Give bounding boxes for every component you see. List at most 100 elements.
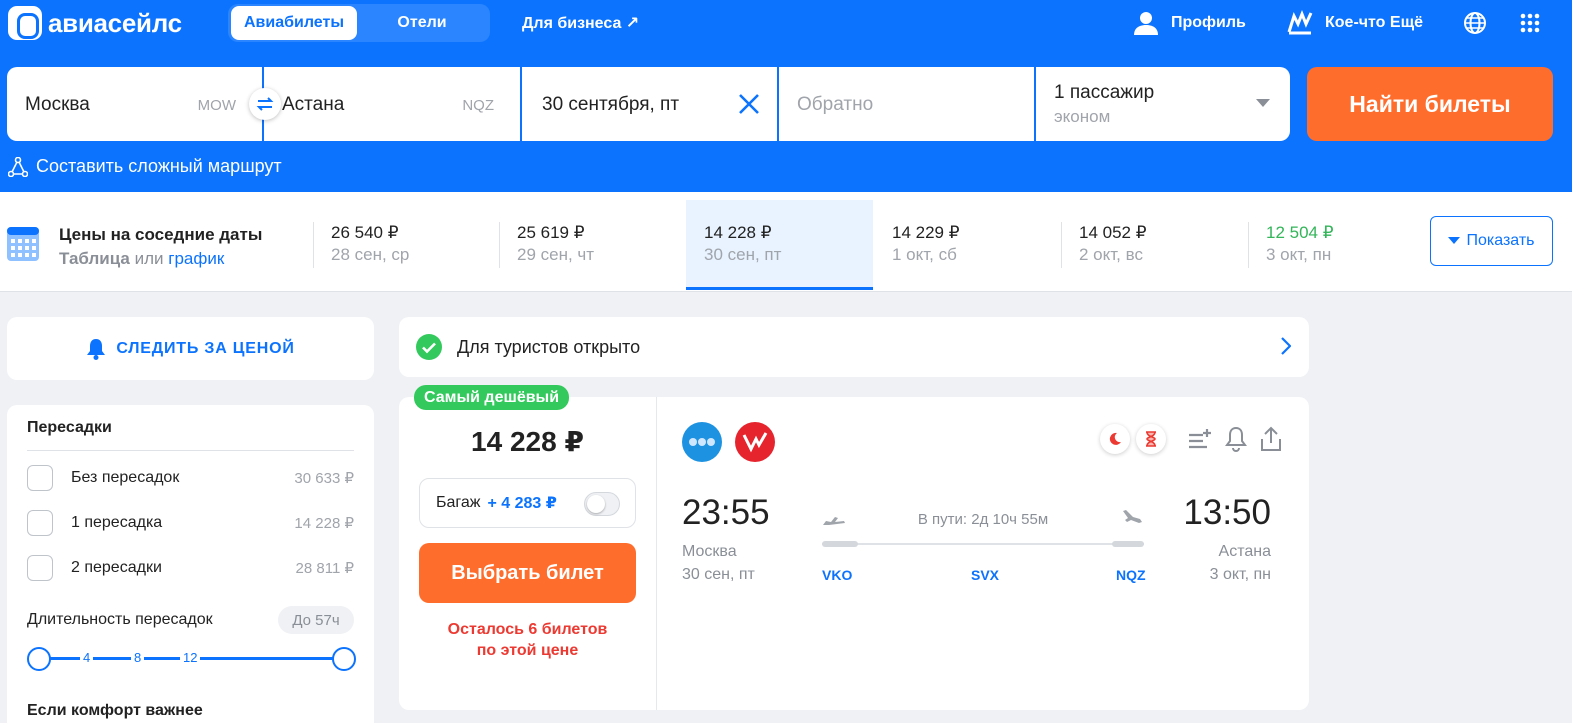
nearby-dates-title: Цены на соседние даты	[59, 225, 263, 244]
tab-hotels[interactable]: Отели	[357, 6, 487, 40]
slider-handle-min[interactable]	[27, 647, 51, 671]
hourglass-icon	[1146, 431, 1156, 447]
baggage-option[interactable]: Багаж + 4 283 ₽	[419, 478, 636, 528]
globe-icon[interactable]	[1463, 11, 1487, 35]
stop-option[interactable]: 1 пересадка 14 228 ₽	[27, 509, 354, 537]
or-text: или	[134, 249, 164, 268]
tourists-open-banner[interactable]: Для туристов открыто	[399, 317, 1309, 377]
departure-time: 23:55	[682, 493, 770, 532]
layover-duration-label: Длительность пересадок	[27, 611, 213, 628]
profile-label: Профиль	[1171, 14, 1246, 31]
arrival-date: 3 окт, пн	[1209, 566, 1271, 583]
date-label: 1 окт, сб	[892, 245, 957, 264]
more-label: Кое-что Ещё	[1325, 14, 1423, 31]
choose-ticket-button[interactable]: Выбрать билет	[419, 543, 636, 603]
divider	[499, 222, 500, 268]
date-cell[interactable]: 25 619 ₽ 29 сен, чт	[499, 200, 686, 290]
nearby-dates-links: Таблица или график	[59, 249, 224, 269]
profile-button[interactable]: Профиль	[1133, 8, 1246, 38]
divider	[656, 397, 657, 710]
share-icon[interactable]	[1260, 426, 1282, 452]
date-price: 26 540 ₽	[331, 223, 399, 242]
airline-logo-1	[682, 422, 722, 462]
date-label: 29 сен, чт	[517, 245, 595, 264]
date-cell-selected[interactable]: 14 228 ₽ 30 сен, пт	[686, 200, 873, 290]
layover-duration-slider[interactable]: 4 8 12	[27, 647, 356, 671]
show-label: Показать	[1466, 232, 1535, 249]
stop-label: 2 пересадки	[71, 559, 162, 576]
stop-label: 1 пересадка	[71, 514, 163, 531]
route-icon	[8, 156, 28, 177]
baggage-price: + 4 283 ₽	[487, 495, 557, 512]
airline-mark-icon	[742, 432, 768, 453]
divider	[1061, 222, 1062, 268]
airport-code-transfer[interactable]: SVX	[971, 567, 999, 583]
track-price-button[interactable]: СЛЕДИТЬ ЗА ЦЕНОЙ	[7, 317, 374, 380]
apps-grid-icon[interactable]	[1520, 13, 1540, 33]
stops-title: Пересадки	[27, 419, 112, 436]
complex-route-label: Составить сложный маршрут	[36, 156, 282, 176]
stop-label: Без пересадок	[71, 469, 180, 486]
stop-option[interactable]: 2 пересадки 28 811 ₽	[27, 554, 354, 582]
arrival-city: Астана	[1218, 543, 1271, 560]
chevron-down-icon	[1256, 99, 1270, 107]
chart-link[interactable]: график	[168, 249, 224, 268]
origin-field[interactable]: Москва MOW	[7, 67, 262, 141]
more-button[interactable]: Кое-что Ещё	[1287, 8, 1423, 38]
more-logo-icon	[1287, 10, 1313, 35]
stop-price: 14 228 ₽	[294, 515, 354, 532]
table-link[interactable]: Таблица	[59, 249, 130, 268]
arrival-time: 13:50	[1183, 493, 1271, 532]
swap-button[interactable]	[249, 88, 281, 120]
date-cell[interactable]: 26 540 ₽ 28 сен, ср	[313, 200, 500, 290]
airline-logo-2	[735, 422, 775, 462]
slider-tick: 8	[131, 650, 145, 665]
business-link[interactable]: Для бизнеса ↗	[522, 13, 639, 33]
find-tickets-button[interactable]: Найти билеты	[1307, 67, 1553, 141]
complex-route-link[interactable]: Составить сложный маршрут	[8, 156, 282, 177]
baggage-toggle[interactable]	[584, 492, 620, 516]
track-price-label: СЛЕДИТЬ ЗА ЦЕНОЙ	[116, 339, 295, 357]
passengers-count: 1 пассажир	[1054, 82, 1155, 103]
flight-duration: В пути: 2д 10ч 55м	[917, 511, 1049, 528]
stop-price: 28 811 ₽	[295, 560, 354, 577]
clear-date-icon[interactable]	[738, 93, 760, 115]
logo-text: авиасейлс	[48, 7, 182, 38]
layover-duration-value: До 57ч	[278, 606, 354, 634]
slider-tick: 12	[180, 650, 201, 665]
departure-date-field[interactable]: 30 сентября, пт	[522, 67, 777, 141]
airport-code-departure[interactable]: VKO	[822, 567, 852, 583]
date-cell-cheapest[interactable]: 12 504 ₽ 3 окт, пн	[1248, 200, 1435, 290]
divider	[27, 450, 354, 451]
slider-handle-max[interactable]	[332, 647, 356, 671]
date-label: 28 сен, ср	[331, 245, 410, 264]
departure-date: 30 сентября, пт	[542, 94, 680, 115]
slider-tick: 4	[80, 650, 94, 665]
date-label: 2 окт, вс	[1079, 245, 1143, 264]
date-cell[interactable]: 14 229 ₽ 1 окт, сб	[874, 200, 1061, 290]
user-icon	[1134, 12, 1158, 35]
caret-down-icon	[1448, 237, 1461, 244]
show-calendar-button[interactable]: Показать	[1430, 216, 1553, 266]
baggage-label: Багаж	[436, 494, 481, 511]
passengers-field[interactable]: 1 пассажир эконом	[1036, 67, 1290, 141]
tourists-text: Для туристов открыто	[457, 336, 641, 357]
bell-icon[interactable]	[1225, 426, 1247, 452]
logo-icon	[8, 6, 42, 40]
logo[interactable]: авиасейлс	[8, 6, 182, 40]
checkbox[interactable]	[27, 465, 53, 491]
add-to-list-icon[interactable]	[1188, 426, 1214, 452]
stop-option[interactable]: Без пересадок 30 633 ₽	[27, 464, 354, 492]
checkbox[interactable]	[27, 510, 53, 536]
date-cell[interactable]: 14 052 ₽ 2 окт, вс	[1061, 200, 1248, 290]
origin-code: MOW	[197, 97, 236, 114]
tab-flights[interactable]: Авиабилеты	[231, 6, 357, 40]
return-date-field[interactable]: Обратно	[779, 67, 1034, 141]
origin-city: Москва	[25, 94, 90, 115]
date-label: 3 окт, пн	[1266, 245, 1332, 264]
airport-code-arrival[interactable]: NQZ	[1116, 567, 1146, 583]
tickets-left-line: Осталось 6 билетов	[447, 621, 608, 638]
swap-icon	[256, 97, 274, 111]
checkbox[interactable]	[27, 555, 53, 581]
destination-field[interactable]: Астана NQZ	[264, 67, 520, 141]
